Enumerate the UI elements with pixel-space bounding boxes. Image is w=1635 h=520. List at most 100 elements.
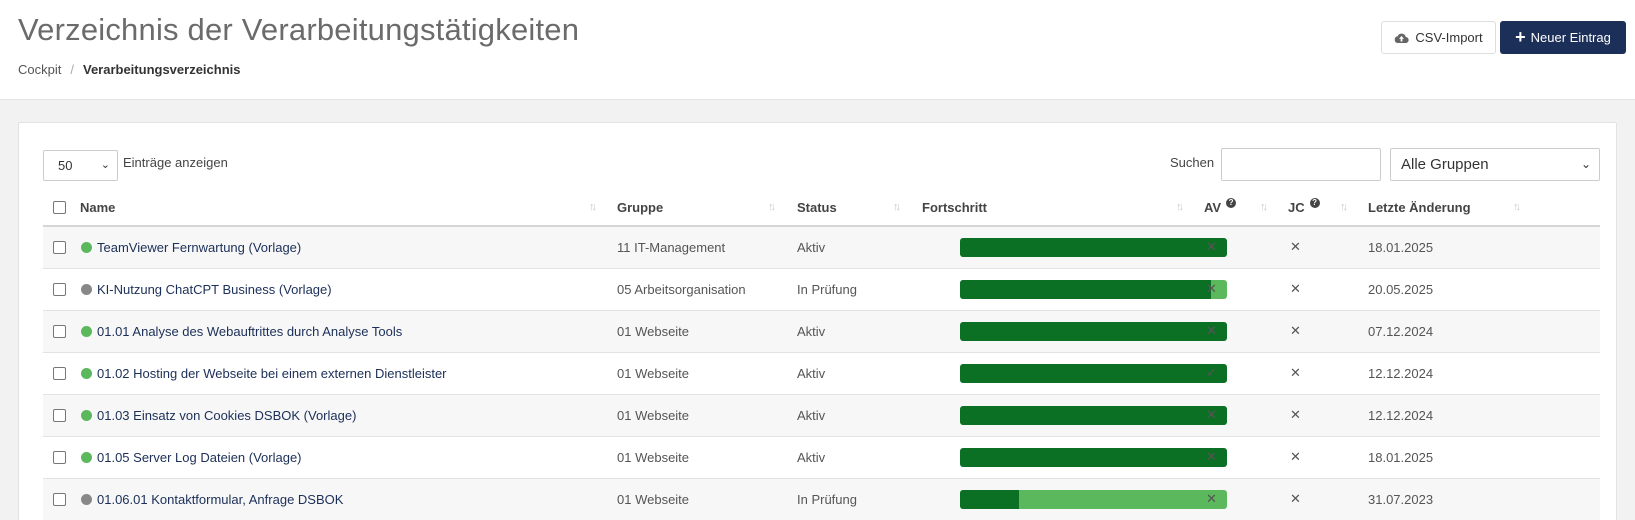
progress-fill [960,238,1227,257]
row-jc-mark: ✕ [1290,365,1301,380]
row-last-change: 18.01.2025 [1368,240,1434,255]
column-header-group[interactable]: Gruppe [617,200,663,215]
group-filter-select[interactable]: Alle Gruppen ⌄ [1390,148,1600,181]
row-name-text: KI-Nutzung ChatCPT Business (Vorlage) [97,282,332,297]
column-header-jc[interactable]: JC? [1288,198,1320,215]
row-name[interactable]: 01.05 Server Log Dateien (Vorlage) [81,450,302,465]
row-status: Aktiv [797,324,826,339]
search-input[interactable] [1221,148,1381,181]
row-group: 11 IT-Management [617,240,726,255]
progress-fill [960,406,1227,425]
new-entry-label: Neuer Eintrag [1530,30,1611,45]
progress-bar [960,322,1227,341]
row-av-mark: ✕ [1206,323,1217,338]
row-jc-mark: ✕ [1290,449,1301,464]
column-header-progress[interactable]: Fortschritt [922,200,987,215]
row-checkbox[interactable] [53,241,66,254]
sort-icon[interactable]: ↑↓ [893,201,901,213]
row-av-mark: ✕ [1206,407,1217,422]
progress-fill [960,322,1227,341]
row-status: In Prüfung [797,282,857,297]
row-jc-mark: ✕ [1290,491,1301,506]
sort-icon[interactable]: ↑↓ [589,201,597,213]
row-jc-mark: ✕ [1290,323,1301,338]
sort-icon[interactable]: ↑↓ [1340,201,1348,213]
row-name[interactable]: TeamViewer Fernwartung (Vorlage) [81,240,301,255]
sort-icon[interactable]: ↑↓ [768,201,776,213]
row-av-mark: ✕ [1206,281,1217,296]
page-header: Verzeichnis der Verarbeitungstätigkeiten… [0,0,1635,100]
status-dot [81,326,92,337]
csv-import-button[interactable]: CSV-Import [1381,21,1496,54]
plus-icon: + [1515,26,1526,47]
status-dot [81,410,92,421]
table-row[interactable]: 01.02 Hosting der Webseite bei einem ext… [43,353,1600,395]
table-body: TeamViewer Fernwartung (Vorlage) 11 IT-Ma… [43,227,1600,520]
group-filter-value: Alle Gruppen [1401,156,1489,173]
row-name[interactable]: 01.06.01 Kontaktformular, Anfrage DSBOK [81,492,343,507]
column-header-last-change[interactable]: Letzte Änderung [1368,200,1471,215]
processing-table: Name ↑↓ Gruppe ↑↓ Status ↑↓ Fortschritt … [43,188,1600,520]
row-av-mark: ✓ [1206,365,1217,380]
table-row[interactable]: TeamViewer Fernwartung (Vorlage) 11 IT-Ma… [43,227,1600,269]
row-checkbox[interactable] [53,493,66,506]
sort-icon[interactable]: ↑↓ [1260,201,1268,213]
row-checkbox[interactable] [53,325,66,338]
breadcrumb-separator: / [70,62,74,77]
row-checkbox[interactable] [53,451,66,464]
table-row[interactable]: 01.03 Einsatz von Cookies DSBOK (Vorlage… [43,395,1600,437]
csv-import-label: CSV-Import [1415,30,1483,45]
help-icon[interactable]: ? [1309,198,1320,208]
column-header-status[interactable]: Status [797,200,837,215]
breadcrumb: Cockpit / Verarbeitungsverzeichnis [18,62,241,77]
progress-bar [960,406,1227,425]
table-row[interactable]: 01.05 Server Log Dateien (Vorlage) 01 Web… [43,437,1600,479]
page-length-value: 50 [58,158,73,173]
row-name[interactable]: 01.02 Hosting der Webseite bei einem ext… [81,366,447,381]
column-header-jc-label: JC [1288,200,1305,215]
row-checkbox[interactable] [53,409,66,422]
sort-icon[interactable]: ↑↓ [1176,201,1184,213]
row-group: 01 Webseite [617,408,690,423]
progress-bar [960,238,1227,257]
row-name[interactable]: 01.03 Einsatz von Cookies DSBOK (Vorlage… [81,408,356,423]
row-av-mark: ✕ [1206,239,1217,254]
help-icon[interactable]: ? [1226,198,1237,208]
row-av-mark: ✕ [1206,491,1217,506]
row-name-text: 01.01 Analyse des Webauftrittes durch An… [97,324,403,339]
row-checkbox[interactable] [53,283,66,296]
status-dot [81,242,92,253]
breadcrumb-cockpit[interactable]: Cockpit [18,62,61,77]
row-checkbox[interactable] [53,367,66,380]
new-entry-button[interactable]: + Neuer Eintrag [1500,21,1626,54]
cloud-upload-icon [1395,33,1410,43]
column-header-av-label: AV [1204,200,1222,215]
row-name-text: 01.03 Einsatz von Cookies DSBOK (Vorlage… [97,408,357,423]
row-name[interactable]: 01.01 Analyse des Webauftrittes durch An… [81,324,402,339]
row-last-change: 31.07.2023 [1368,492,1434,507]
sort-icon[interactable]: ↑↓ [1513,201,1521,213]
row-last-change: 20.05.2025 [1368,282,1434,297]
row-jc-mark: ✕ [1290,239,1301,254]
row-last-change: 07.12.2024 [1368,324,1434,339]
row-last-change: 18.01.2025 [1368,450,1434,465]
page-length-select[interactable]: 50 ⌄ [43,150,118,181]
row-last-change: 12.12.2024 [1368,408,1434,423]
progress-bar [960,364,1227,383]
column-header-av[interactable]: AV? [1204,198,1237,215]
row-group: 01 Webseite [617,366,690,381]
row-group: 01 Webseite [617,324,690,339]
progress-fill [960,280,1211,299]
table-row[interactable]: KI-Nutzung ChatCPT Business (Vorlage) 05 … [43,269,1600,311]
table-row[interactable]: 01.06.01 Kontaktformular, Anfrage DSBOK 0… [43,479,1600,520]
breadcrumb-current: Verarbeitungsverzeichnis [82,62,241,77]
select-all-checkbox[interactable] [53,201,66,214]
row-group: 05 Arbeitsorganisation [617,282,746,297]
row-status: Aktiv [797,240,826,255]
chevron-down-icon: ⌄ [1580,157,1591,171]
table-row[interactable]: 01.01 Analyse des Webauftrittes durch An… [43,311,1600,353]
column-header-name[interactable]: Name [80,200,115,215]
progress-fill [960,448,1227,467]
row-name[interactable]: KI-Nutzung ChatCPT Business (Vorlage) [81,282,332,297]
row-jc-mark: ✕ [1290,281,1301,296]
